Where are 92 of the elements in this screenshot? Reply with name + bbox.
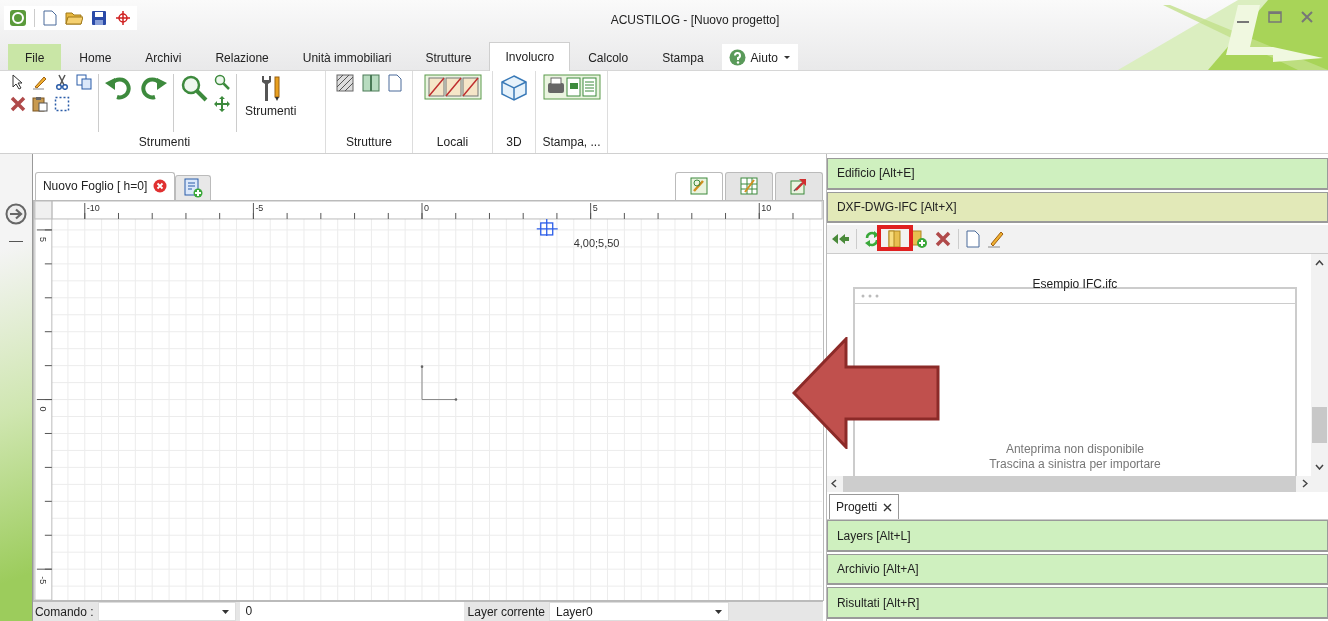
highlight-frame xyxy=(876,225,913,252)
caret-icon xyxy=(221,609,229,614)
view-tab[interactable] xyxy=(674,171,723,200)
menu-tab[interactable]: Strutture xyxy=(409,44,488,70)
coordinate-readout: 4,00;5,50 xyxy=(573,236,620,249)
folder-icon[interactable] xyxy=(65,10,83,26)
command-field[interactable]: 0 xyxy=(239,602,464,621)
app-logo-icon[interactable] xyxy=(10,10,26,26)
panel-header[interactable]: Edificio [Alt+E] xyxy=(826,158,1328,190)
menu-tab[interactable]: File xyxy=(8,44,62,70)
caret-icon xyxy=(782,55,791,60)
menu-tab[interactable]: Unità immobiliari xyxy=(286,44,408,70)
page-icon[interactable] xyxy=(388,74,402,92)
menu-tab[interactable]: Involucro xyxy=(489,42,571,71)
cursor-crosshair xyxy=(536,218,559,237)
panel-tab[interactable]: Progetti xyxy=(828,494,900,520)
ruler-label: -10 xyxy=(86,202,100,213)
view-tab[interactable] xyxy=(774,171,823,200)
cube-icon[interactable] xyxy=(500,74,528,102)
ruler-label: 0 xyxy=(423,202,429,213)
menu-tab[interactable]: Stampa xyxy=(646,44,720,70)
ruler-label: 5 xyxy=(37,236,48,242)
selection-icon[interactable] xyxy=(54,96,70,112)
wall-icon[interactable] xyxy=(362,74,380,92)
sheet-tab[interactable]: Nuovo Foglio [ h=0] xyxy=(34,171,176,200)
move-icon[interactable] xyxy=(214,96,230,112)
menu-tab[interactable]: Aiuto xyxy=(721,44,798,70)
group-label: Stampa, ... xyxy=(542,135,601,151)
crosshair-icon[interactable] xyxy=(115,10,131,26)
maximize-icon[interactable] xyxy=(1268,10,1282,24)
pencil-icon[interactable] xyxy=(32,74,48,90)
delete-icon[interactable] xyxy=(10,96,26,112)
page-icon[interactable] xyxy=(965,230,980,249)
command-label: Comando : xyxy=(34,604,94,619)
hatched-wall-icon[interactable] xyxy=(336,74,354,92)
caret-icon xyxy=(714,609,722,614)
rooms-icon[interactable] xyxy=(423,74,482,100)
scissors-icon[interactable] xyxy=(54,74,70,90)
scrollbar-thumb[interactable] xyxy=(1312,406,1327,443)
print-icon[interactable] xyxy=(542,74,601,100)
menu-tab[interactable]: Archivi xyxy=(129,44,198,70)
group-label: Locali xyxy=(435,135,470,151)
ruler-label: -5 xyxy=(37,576,48,585)
scroll-right-icon[interactable] xyxy=(1302,479,1308,489)
panel-header[interactable]: Layers [Alt+L] xyxy=(826,520,1328,552)
copy-icon[interactable] xyxy=(76,74,92,90)
group-label: Strutture xyxy=(345,135,393,151)
layer-label: Layer corrente xyxy=(467,604,545,619)
panel-header[interactable]: DXF-DWG-IFC [Alt+X] xyxy=(826,191,1328,224)
double-arrow-icon[interactable] xyxy=(830,232,849,247)
refresh-icon[interactable] xyxy=(863,230,880,249)
ruler-label: 10 xyxy=(761,202,772,213)
vertical-scrollbar[interactable] xyxy=(1311,253,1328,476)
add-sheet-button[interactable] xyxy=(175,174,212,200)
ruler-label: 0 xyxy=(37,406,48,412)
layer-dropdown[interactable]: Layer0 xyxy=(548,602,729,621)
pencil-compass-icon xyxy=(689,177,708,196)
ruler-label: 5 xyxy=(592,202,598,213)
zoom-icon[interactable] xyxy=(214,74,230,90)
panel-header[interactable]: Archivio [Alt+A] xyxy=(826,553,1328,586)
undo-icon[interactable] xyxy=(105,74,133,100)
scroll-down-icon[interactable] xyxy=(1315,463,1324,470)
paste-icon[interactable] xyxy=(32,96,48,112)
origin-axes xyxy=(420,365,458,401)
scroll-left-icon[interactable] xyxy=(830,479,837,489)
panel-header[interactable]: Risultati [Alt+R] xyxy=(826,587,1328,620)
pencil-icon[interactable] xyxy=(986,230,1005,249)
ruler-label: -5 xyxy=(255,202,264,213)
drawing-canvas[interactable]: -10 -5 0 5 10 5 0 -5 4,00;5,50 xyxy=(32,199,824,601)
group-label: Strumenti xyxy=(137,135,192,151)
preview-message: Anteprima non disponibile xyxy=(1005,441,1144,457)
pointer-icon[interactable] xyxy=(11,74,25,90)
view-tab[interactable] xyxy=(724,171,773,200)
export-icon xyxy=(789,177,808,196)
grid-icon xyxy=(739,177,758,196)
delete-icon[interactable] xyxy=(934,231,951,248)
zoom-icon[interactable] xyxy=(180,74,208,102)
scroll-up-icon[interactable] xyxy=(1315,259,1324,266)
close-icon[interactable] xyxy=(883,502,893,512)
save-icon[interactable] xyxy=(91,10,107,26)
redo-icon[interactable] xyxy=(139,74,167,100)
new-document-icon[interactable] xyxy=(43,10,57,26)
file-name: Esempio IFC.ifc xyxy=(1032,276,1118,291)
folder-icon[interactable] xyxy=(886,230,903,249)
group-label: 3D xyxy=(505,135,523,151)
menu-tab[interactable]: Calcolo xyxy=(572,44,645,70)
menu-tab[interactable]: Home xyxy=(63,44,128,70)
preview-hint: Trascina a sinistra per importare xyxy=(989,456,1161,472)
menu-tab[interactable]: Relazione xyxy=(199,44,285,70)
window-title: ACUSTILOG - [Nuovo progetto] xyxy=(609,13,780,27)
help-icon xyxy=(728,49,746,66)
tools-button[interactable]: Strumenti xyxy=(243,74,299,118)
